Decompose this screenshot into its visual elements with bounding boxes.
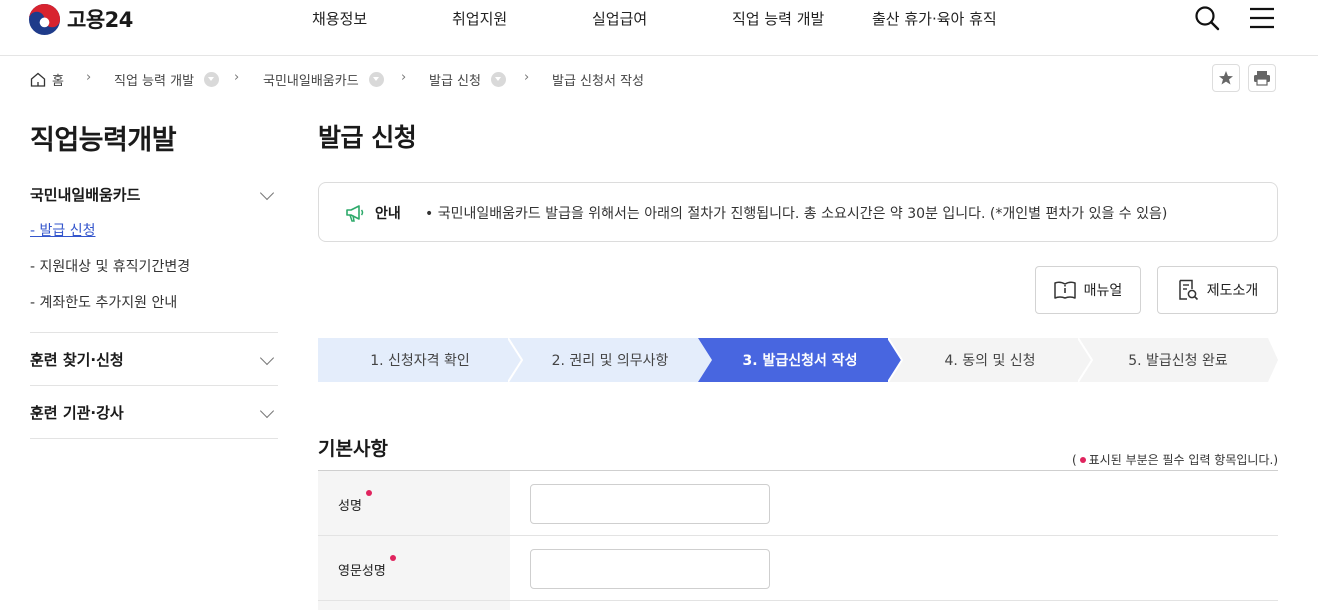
required-dot-icon [389, 555, 396, 561]
dropdown-icon[interactable] [368, 72, 384, 87]
chevron-down-icon [259, 350, 275, 365]
form-label-cell: 성명 [318, 471, 510, 535]
breadcrumb-home-label: 홈 [52, 74, 64, 89]
step-4: 4. 동의 및 신청 [888, 338, 1092, 382]
nav-unemployment-benefit[interactable]: 실업급여 [592, 8, 647, 29]
step-label: 1. 신청자격 확인 [370, 353, 470, 369]
chevron-right-icon: › [86, 70, 92, 85]
chevron-right-icon: › [524, 70, 530, 85]
breadcrumb-item[interactable]: 직업 능력 개발 [114, 70, 220, 89]
document-search-icon [1178, 279, 1198, 301]
chevron-right-icon: › [401, 70, 407, 85]
print-icon [1254, 71, 1270, 86]
breadcrumb-item[interactable]: 국민내일배움카드 [263, 70, 384, 89]
form-row-name: 성명 [318, 471, 1278, 536]
step-3-current: 3. 발급신청서 작성 [698, 338, 902, 382]
manual-button[interactable]: 매뉴얼 [1035, 266, 1141, 314]
form-label: 성명 [338, 490, 372, 514]
logo-text: 고용24 [67, 8, 133, 32]
breadcrumb: 홈 › 직업 능력 개발 › 국민내일배움카드 › 발급 신청 › 발급 신청서… [30, 66, 1280, 90]
form-label: 영문성명 [338, 555, 396, 579]
sidebar-group-label: 훈련 기관·강사 [30, 404, 124, 422]
field-label-english-name: 영문성명 [338, 564, 386, 579]
chevron-down-icon [259, 185, 275, 200]
sidebar-group-label: 국민내일배움카드 [30, 186, 141, 204]
notice-text: • 국민내일배움카드 발급을 위해서는 아래의 절차가 진행됩니다. 총 소요시… [425, 206, 1168, 222]
notice-label: 안내 [375, 206, 401, 222]
divider [30, 385, 278, 386]
sidebar-item-issue-application[interactable]: - 발급 신청 [30, 220, 95, 240]
field-label-name: 성명 [338, 499, 362, 514]
divider [30, 438, 278, 439]
page-title: 발급 신청 [318, 123, 417, 152]
step-1: 1. 신청자격 확인 [318, 338, 522, 382]
breadcrumb-home[interactable]: 홈 [30, 70, 64, 89]
form-label-cell: 영문성명 [318, 536, 510, 600]
favorite-button[interactable] [1212, 64, 1240, 92]
nav-vocational-training[interactable]: 직업 능력 개발 [732, 8, 824, 29]
required-note: ( 표시된 부분은 필수 입력 항목입니다.) [1072, 451, 1278, 468]
system-intro-button[interactable]: 제도소개 [1157, 266, 1278, 314]
dropdown-icon[interactable] [490, 72, 506, 87]
search-icon[interactable] [1194, 5, 1220, 31]
site-logo[interactable]: 고용24 [28, 2, 133, 36]
breadcrumb-label: 발급 신청 [429, 74, 481, 89]
manual-button-label: 매뉴얼 [1083, 283, 1123, 299]
form-row-english-name: 영문성명 [318, 536, 1278, 601]
step-label: 5. 발급신청 완료 [1128, 353, 1228, 369]
sidebar-item-account-limit[interactable]: - 계좌한도 추가지원 안내 [30, 292, 177, 312]
system-intro-button-label: 제도소개 [1206, 283, 1259, 299]
step-5: 5. 발급신청 완료 [1078, 338, 1278, 382]
step-indicator: 1. 신청자격 확인 2. 권리 및 의무사항 3. 발급신청서 작성 4. 동… [318, 338, 1278, 382]
home-icon [30, 72, 46, 87]
star-icon [1219, 71, 1233, 85]
breadcrumb-label: 국민내일배움카드 [263, 74, 359, 89]
section-title: 기본사항 [318, 438, 388, 460]
step-label: 3. 발급신청서 작성 [742, 353, 858, 369]
english-name-input[interactable] [530, 549, 770, 589]
required-note-text: 표시된 부분은 필수 입력 항목입니다.) [1088, 453, 1278, 467]
required-dot-icon [1079, 456, 1086, 463]
breadcrumb-current: 발급 신청서 작성 [552, 74, 644, 89]
sidebar-group-training-search[interactable]: 훈련 찾기·신청 [30, 349, 278, 370]
notice-box: 안내 • 국민내일배움카드 발급을 위해서는 아래의 절차가 진행됩니다. 총 … [318, 182, 1278, 242]
step-label: 2. 권리 및 의무사항 [551, 353, 669, 369]
nav-employment-support[interactable]: 취업지원 [452, 8, 507, 29]
step-label: 4. 동의 및 신청 [944, 353, 1036, 369]
sidebar-group-training-institution[interactable]: 훈련 기관·강사 [30, 402, 278, 423]
book-icon [1053, 281, 1076, 299]
required-note-prefix: ( [1071, 453, 1077, 467]
breadcrumb-item[interactable]: 발급 신청 [429, 70, 506, 89]
taegeuk-logo-icon [28, 3, 61, 35]
form-label-cell [318, 601, 510, 610]
sidebar-group-card[interactable]: 국민내일배움카드 [30, 184, 278, 205]
menu-icon[interactable] [1249, 5, 1275, 31]
sidebar-group-label: 훈련 찾기·신청 [30, 351, 124, 369]
sidebar-title: 직업능력개발 [30, 125, 177, 156]
megaphone-icon [346, 205, 364, 222]
required-dot-icon [365, 490, 372, 496]
breadcrumb-label: 직업 능력 개발 [114, 74, 195, 89]
chevron-down-icon [259, 403, 275, 418]
name-input[interactable] [530, 484, 770, 524]
sidebar-item-eligibility-change[interactable]: - 지원대상 및 휴직기간변경 [30, 256, 190, 276]
step-2: 2. 권리 및 의무사항 [508, 338, 712, 382]
nav-parental-leave[interactable]: 출산 휴가·육아 휴직 [872, 8, 997, 29]
divider [30, 332, 278, 333]
chevron-right-icon: › [234, 70, 240, 85]
nav-jobs[interactable]: 채용정보 [312, 8, 367, 29]
form-row-next [318, 601, 1278, 610]
site-header: 고용24 채용정보 취업지원 실업급여 직업 능력 개발 출산 휴가·육아 휴직 [0, 0, 1318, 56]
print-button[interactable] [1248, 64, 1276, 92]
dropdown-icon[interactable] [204, 72, 220, 87]
